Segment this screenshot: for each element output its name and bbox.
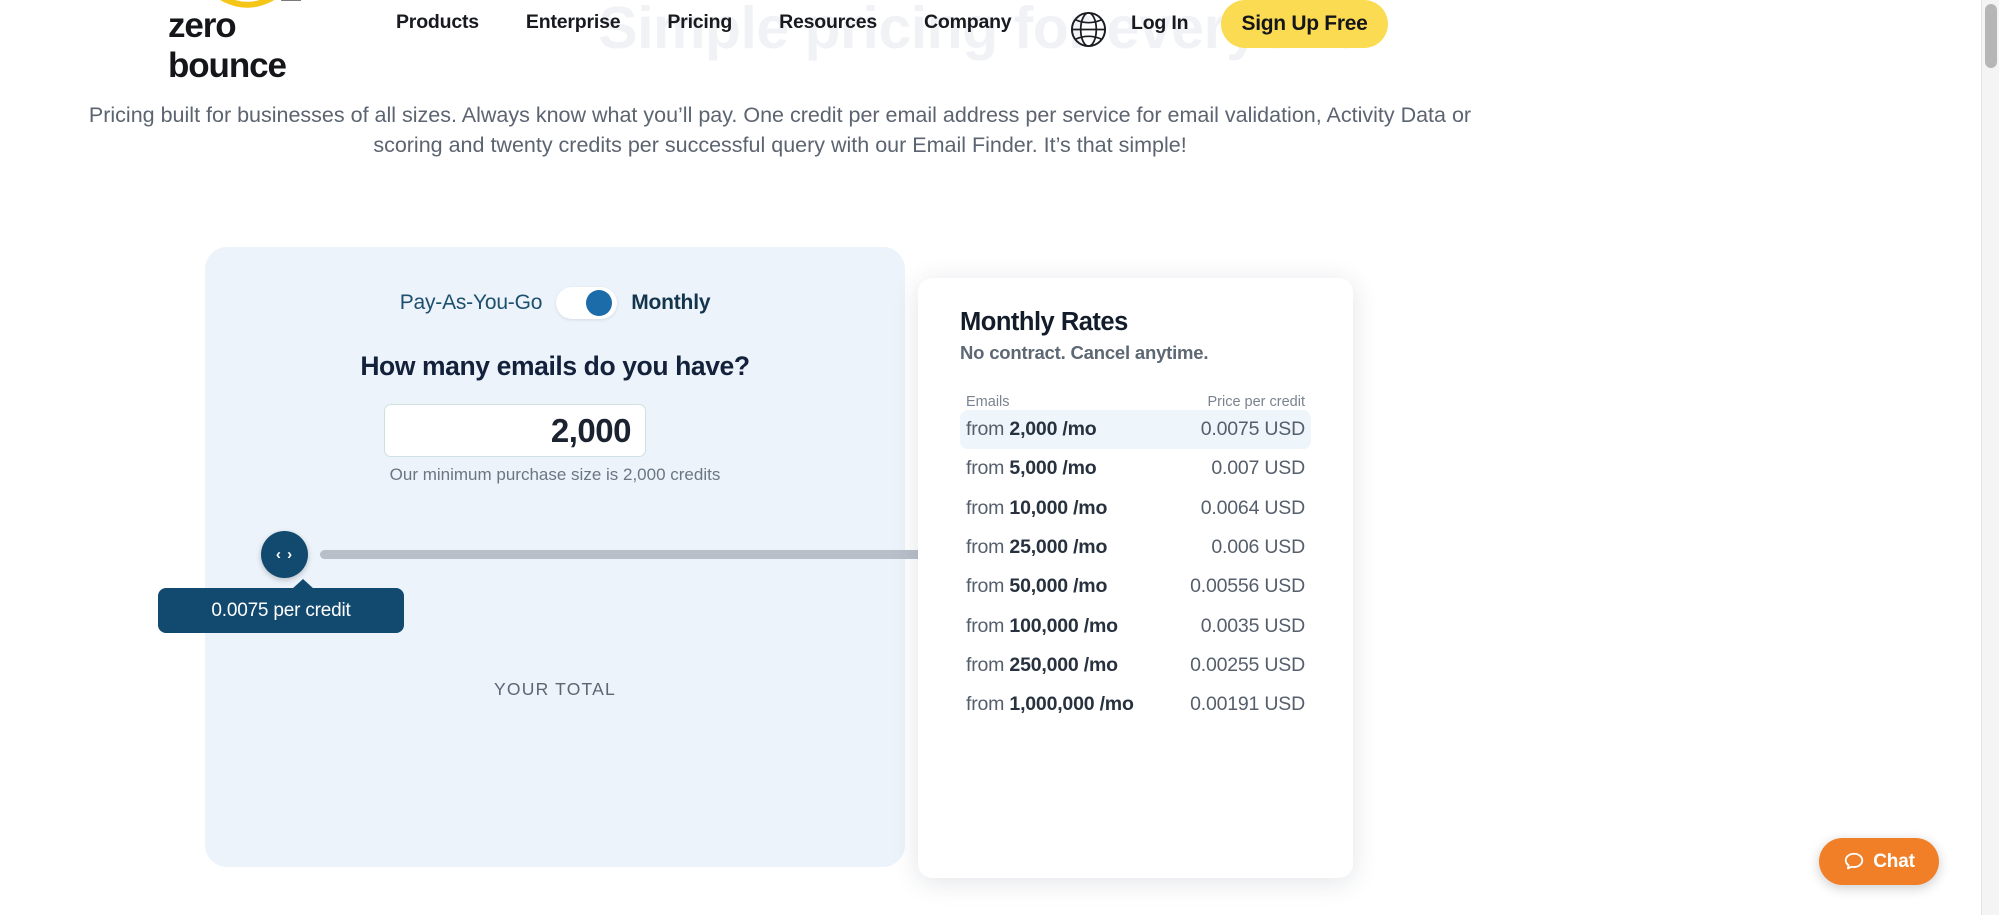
minimum-purchase-note: Our minimum purchase size is 2,000 credi…: [389, 465, 721, 484]
pricing-calculator-card: Pay-As-You-Go Monthly How many emails do…: [158, 247, 965, 867]
rate-row[interactable]: from 250,000 /mo 0.00255 USD: [960, 646, 1311, 685]
rate-row-emails: from 100,000 /mo: [966, 614, 1118, 637]
site-header: zero bounce Products Enterprise Pricing …: [0, 0, 1960, 85]
rates-col-price: Price per credit: [1207, 394, 1305, 410]
toggle-label-payg[interactable]: Pay-As-You-Go: [400, 291, 543, 315]
rate-row[interactable]: from 2,000 /mo 0.0075 USD: [960, 410, 1311, 450]
price-per-credit-tooltip: 0.0075 per credit: [158, 579, 404, 633]
rate-row-price: 0.00191 USD: [1190, 693, 1305, 716]
rate-row-price: 0.007 USD: [1211, 457, 1305, 480]
nav-item-products[interactable]: Products: [396, 11, 479, 34]
rate-row[interactable]: from 100,000 /mo 0.0035 USD: [960, 606, 1311, 645]
pricing-description: Pricing built for businesses of all size…: [88, 103, 1472, 157]
rate-row-price: 0.0075 USD: [1200, 418, 1305, 441]
signup-free-button[interactable]: Sign Up Free: [1221, 0, 1388, 48]
zerobounce-logo[interactable]: zero bounce: [168, 0, 353, 85]
rate-row[interactable]: from 25,000 /mo 0.006 USD: [960, 528, 1311, 567]
main-nav: Products Enterprise Pricing Resources Co…: [396, 11, 1012, 34]
rates-title: Monthly Rates: [960, 308, 1128, 336]
slider-handle-icon[interactable]: ‹ ›: [261, 531, 308, 578]
rate-row-emails: from 25,000 /mo: [966, 536, 1108, 559]
rate-row-price: 0.006 USD: [1211, 536, 1305, 559]
chat-bubble-icon: [1845, 852, 1864, 869]
toggle-label-monthly[interactable]: Monthly: [631, 291, 710, 315]
rates-col-emails: Emails: [966, 394, 1010, 410]
globe-icon[interactable]: [1069, 10, 1108, 49]
rate-row-emails: from 10,000 /mo: [966, 496, 1108, 519]
rates-subtitle: No contract. Cancel anytime.: [960, 342, 1209, 363]
rate-row-price: 0.0064 USD: [1200, 496, 1305, 519]
rate-row[interactable]: from 50,000 /mo 0.00556 USD: [960, 567, 1311, 606]
rate-row-price: 0.0035 USD: [1200, 614, 1305, 637]
nav-item-resources[interactable]: Resources: [779, 11, 877, 34]
your-total-label: YOUR TOTAL: [494, 679, 616, 699]
monthly-rates-card: Monthly Rates No contract. Cancel anytim…: [918, 278, 1353, 878]
nav-item-company[interactable]: Company: [924, 11, 1012, 34]
rate-row-emails: from 1,000,000 /mo: [966, 693, 1134, 716]
rate-row[interactable]: from 1,000,000 /mo 0.00191 USD: [960, 685, 1311, 724]
billing-toggle-row: Pay-As-You-Go Monthly: [205, 287, 905, 319]
rate-row-emails: from 2,000 /mo: [966, 418, 1097, 441]
email-quantity-input[interactable]: [384, 404, 646, 457]
rate-row-emails: from 5,000 /mo: [966, 457, 1097, 480]
rate-row-price: 0.00255 USD: [1190, 653, 1305, 676]
chat-label: Chat: [1873, 850, 1915, 872]
rate-row-price: 0.00556 USD: [1190, 575, 1305, 598]
page-scrollbar[interactable]: [1981, 0, 1999, 915]
billing-mode-toggle[interactable]: [556, 287, 618, 319]
rate-row[interactable]: from 5,000 /mo 0.007 USD: [960, 449, 1311, 488]
rate-row-emails: from 50,000 /mo: [966, 575, 1108, 598]
credit-amount-slider[interactable]: [320, 550, 965, 559]
rate-row-emails: from 250,000 /mo: [966, 653, 1118, 676]
calculator-heading: How many emails do you have?: [360, 351, 750, 381]
login-link[interactable]: Log In: [1131, 12, 1188, 35]
rates-table-header: Emails Price per credit: [960, 394, 1311, 410]
rates-table-body: from 2,000 /mo 0.0075 USD from 5,000 /mo 0.…: [960, 410, 1311, 724]
nav-item-enterprise[interactable]: Enterprise: [526, 11, 621, 34]
scrollbar-thumb[interactable]: [1985, 4, 1997, 68]
rate-row[interactable]: from 10,000 /mo 0.0064 USD: [960, 489, 1311, 528]
toggle-knob: [586, 290, 613, 316]
logo-text: zero bounce: [168, 6, 287, 85]
chat-widget-button[interactable]: Chat: [1819, 838, 1939, 885]
nav-item-pricing[interactable]: Pricing: [667, 11, 732, 34]
